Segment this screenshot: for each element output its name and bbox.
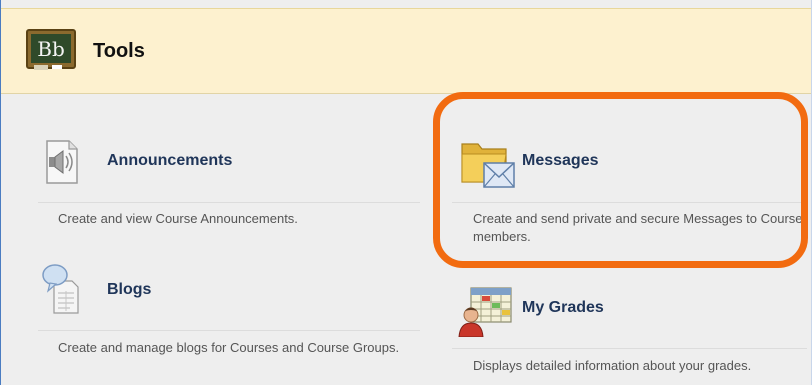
divider [452, 348, 807, 349]
messages-description: Create and send private and secure Messa… [473, 211, 803, 244]
my-grades-gradebook-icon [458, 287, 512, 337]
divider [452, 202, 807, 203]
announcements-link[interactable]: Announcements [107, 152, 232, 170]
divider [38, 202, 420, 203]
my-grades-link[interactable]: My Grades [522, 299, 604, 317]
announcements-description: Create and view Course Announcements. [58, 211, 298, 226]
logo-text: Bb [37, 37, 65, 61]
blackboard-logo-icon: Bb [26, 29, 76, 70]
messages-folder-envelope-icon [461, 143, 515, 188]
blogs-icon [42, 264, 79, 314]
messages-link[interactable]: Messages [522, 152, 599, 170]
blogs-description: Create and manage blogs for Courses and … [58, 340, 400, 355]
my-grades-description: Displays detailed information about your… [473, 358, 752, 373]
blogs-link[interactable]: Blogs [107, 281, 151, 299]
page-header: Bb Tools [1, 8, 812, 94]
page-title: Tools [93, 40, 145, 62]
divider [38, 330, 420, 331]
announcements-speaker-icon [46, 140, 78, 184]
